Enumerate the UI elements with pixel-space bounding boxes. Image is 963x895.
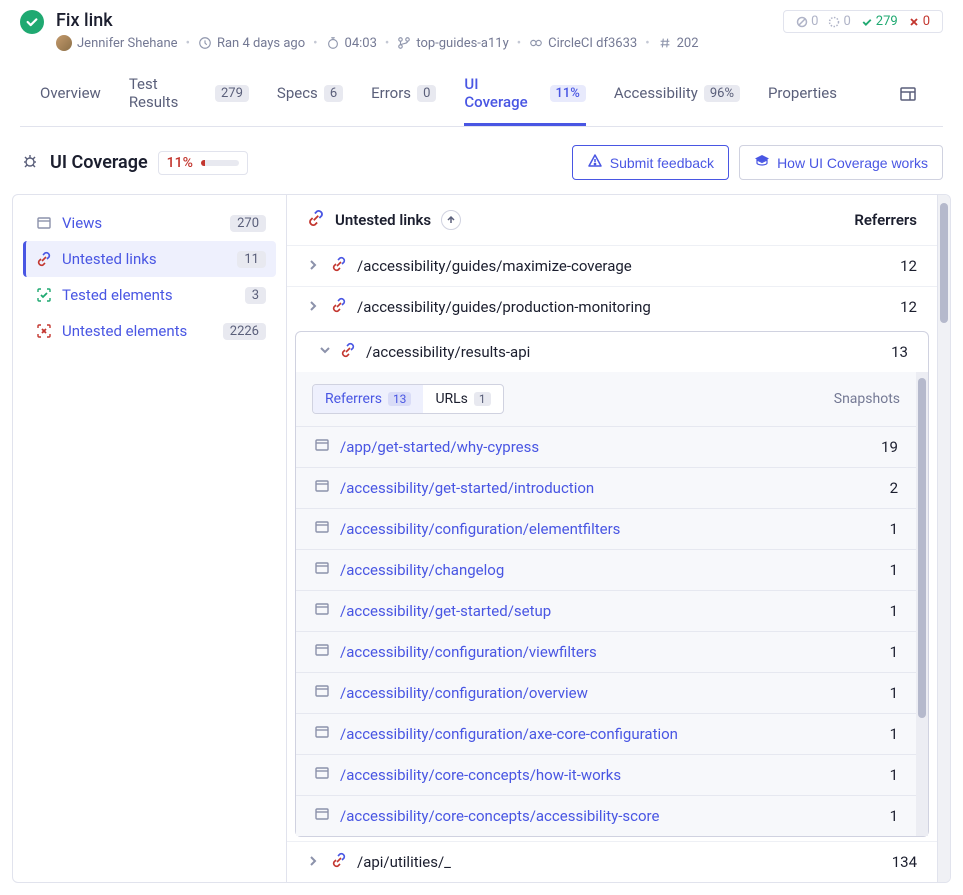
untested-link-icon [340,342,356,362]
duration: 04:03 [326,36,377,51]
stopwatch-icon [326,36,340,50]
count-failed: 0 [904,14,934,29]
referrer-row[interactable]: /accessibility/configuration/axe-core-co… [296,713,916,754]
chevron-right-icon[interactable] [307,298,323,316]
count-pending: 0 [824,14,854,29]
page-title: UI Coverage [50,152,148,173]
referrer-row[interactable]: /accessibility/core-concepts/how-it-work… [296,754,916,795]
chevron-down-icon[interactable] [315,344,333,360]
run-number[interactable]: 202 [658,36,699,51]
scrollbar-thumb[interactable] [918,378,926,718]
snapshots-label: Snapshots [834,391,900,407]
sub-tab-group: Referrers 13 URLs 1 [312,384,504,414]
subtab-referrers[interactable]: Referrers 13 [313,385,423,413]
sidebar: Views 270 Untested links 11 Tested eleme… [12,194,287,883]
clock-icon [198,36,212,50]
status-pass-icon [20,10,44,34]
table-header-referrers: Referrers [817,211,917,229]
referrer-row[interactable]: /accessibility/configuration/overview 1 [296,672,916,713]
untested-element-icon [36,323,52,339]
scrollbar-outer[interactable] [937,195,950,882]
untested-link-icon [331,852,347,872]
run-title: Fix link [56,10,699,31]
tab-errors[interactable]: Errors0 [371,74,436,117]
window-icon [314,437,330,457]
tab-specs[interactable]: Specs6 [277,74,343,117]
submit-feedback-button[interactable]: Submit feedback [572,145,729,180]
tested-element-icon [36,287,52,303]
branch-icon [397,36,411,50]
untested-link-icon [307,209,325,231]
alert-icon [587,153,603,172]
untested-link-icon [36,251,52,267]
hash-icon [658,36,672,50]
ci-info[interactable]: CircleCI df3633 [529,36,637,51]
tab-accessibility[interactable]: Accessibility96% [614,74,740,117]
referrer-row[interactable]: /accessibility/get-started/setup 1 [296,590,916,631]
avatar [56,35,72,51]
untested-link-icon [331,297,347,317]
tab-ui-coverage[interactable]: UI Coverage11% [464,65,586,126]
window-icon [314,642,330,662]
window-icon [314,519,330,539]
window-icon [314,806,330,826]
branch[interactable]: top-guides-a11y [397,36,508,51]
author: Jennifer Shehane [56,35,178,51]
sidebar-item-untested-elements[interactable]: Untested elements 2226 [23,313,276,349]
table-row[interactable]: /accessibility/guides/maximize-coverage … [287,245,937,286]
window-icon [314,478,330,498]
referrer-row[interactable]: /accessibility/configuration/elementfilt… [296,508,916,549]
window-icon [314,683,330,703]
table-header-title: Untested links [335,211,431,229]
status-counts: 0 0 279 0 [783,10,943,33]
referrer-row[interactable]: /app/get-started/why-cypress 19 [296,426,916,467]
referrer-row[interactable]: /accessibility/get-started/introduction … [296,467,916,508]
coverage-icon [20,151,40,175]
window-icon [314,601,330,621]
count-passed: 279 [857,14,902,29]
tab-properties[interactable]: Properties [768,74,837,117]
coverage-bar [201,160,239,166]
tab-overview[interactable]: Overview [40,74,101,117]
window-icon [36,215,52,231]
sidebar-item-tested-elements[interactable]: Tested elements 3 [23,277,276,313]
window-icon [314,724,330,744]
table-row[interactable]: /api/utilities/_ 134 [287,841,937,882]
chevron-right-icon[interactable] [307,853,323,871]
untested-link-icon [331,256,347,276]
how-it-works-button[interactable]: How UI Coverage works [739,145,943,180]
window-icon [314,765,330,785]
chevron-right-icon[interactable] [307,257,323,275]
scrollbar-inner[interactable] [916,372,928,836]
sort-button[interactable] [441,210,461,230]
graduation-icon [754,153,770,172]
referrer-row[interactable]: /accessibility/changelog 1 [296,549,916,590]
table-row[interactable]: /accessibility/results-api 13 [296,332,928,372]
table-row[interactable]: /accessibility/guides/production-monitor… [287,286,937,327]
ran-time: Ran 4 days ago [198,36,305,51]
tab-test-results[interactable]: Test Results279 [129,65,249,126]
panel-toggle-icon[interactable] [893,79,923,113]
sidebar-item-views[interactable]: Views 270 [23,205,276,241]
sidebar-item-untested-links[interactable]: Untested links 11 [23,241,276,277]
count-skipped: 0 [792,14,822,29]
subtab-urls[interactable]: URLs 1 [423,385,502,413]
expanded-row: /accessibility/results-api 13 Referrers … [295,331,929,837]
referrer-row[interactable]: /accessibility/configuration/viewfilters… [296,631,916,672]
window-icon [314,560,330,580]
referrer-row[interactable]: /accessibility/core-concepts/accessibili… [296,795,916,836]
scrollbar-thumb[interactable] [940,203,948,323]
tabs: Overview Test Results279 Specs6 Errors0 … [20,65,943,127]
coverage-pct-badge: 11% [158,151,248,175]
ci-icon [529,36,543,50]
